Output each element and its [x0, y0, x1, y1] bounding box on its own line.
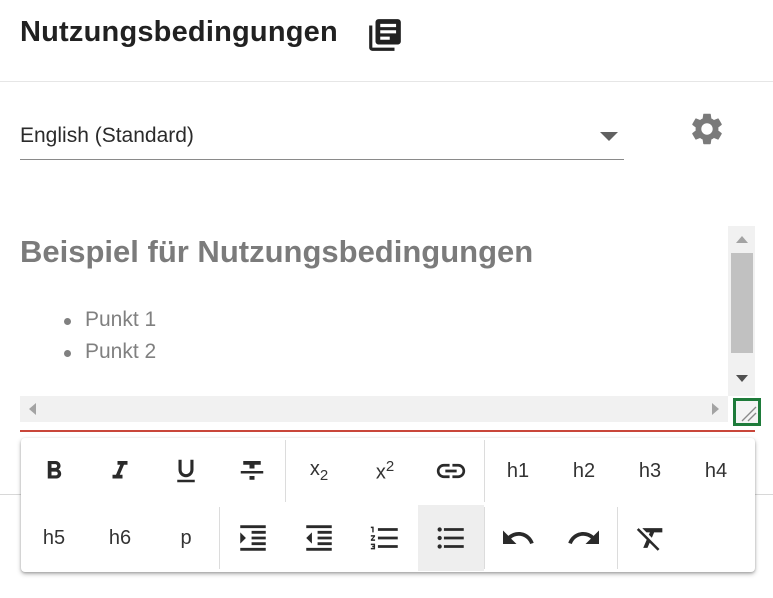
redo-button[interactable] [551, 505, 617, 571]
horizontal-scrollbar[interactable] [20, 396, 728, 422]
h4-button[interactable]: h4 [683, 438, 749, 504]
vertical-scrollbar[interactable] [728, 226, 755, 396]
strikethrough-button[interactable] [219, 438, 285, 504]
outdent-button[interactable] [286, 505, 352, 571]
outdent-icon [306, 525, 332, 551]
indent-button[interactable] [220, 505, 286, 571]
bullet-list-button[interactable] [418, 505, 484, 571]
h3-button[interactable]: h3 [617, 438, 683, 504]
scroll-down-arrow-icon[interactable] [736, 375, 748, 382]
h5-label: h5 [42, 526, 66, 549]
toolbar-row-1: x2 x2 h1 h2 h3 h4 [21, 438, 755, 504]
superscript-label: x2 [375, 457, 395, 484]
resize-grip-icon [741, 406, 757, 422]
italic-icon [112, 461, 128, 479]
numbered-list-icon [370, 526, 398, 550]
page-header: Nutzungsbedingungen [0, 0, 773, 82]
link-icon [436, 463, 466, 479]
list-item: Punkt 2 [64, 338, 156, 370]
h1-button[interactable]: h1 [485, 438, 551, 504]
numbered-list-button[interactable] [352, 505, 418, 571]
editor-heading: Beispiel für Nutzungsbedingungen [20, 234, 534, 269]
italic-button[interactable] [87, 438, 153, 504]
h5-button[interactable]: h5 [21, 505, 87, 571]
formatting-toolbar: x2 x2 h1 h2 h3 h4 h5 h6 p [21, 438, 755, 572]
indent-icon [240, 525, 266, 551]
scroll-left-arrow-icon[interactable] [29, 403, 36, 415]
h1-label: h1 [506, 459, 530, 482]
editor-underline [20, 430, 755, 432]
h4-label: h4 [704, 459, 728, 482]
rich-text-editor[interactable]: Beispiel für Nutzungsbedingungen Punkt 1… [20, 226, 761, 432]
clear-formatting-button[interactable] [618, 505, 684, 571]
language-select[interactable]: English (Standard) [20, 112, 624, 160]
undo-button[interactable] [485, 505, 551, 571]
h2-label: h2 [572, 459, 596, 482]
h6-label: h6 [108, 526, 132, 549]
h3-label: h3 [638, 459, 662, 482]
h2-button[interactable]: h2 [551, 438, 617, 504]
resize-handle[interactable] [733, 398, 761, 426]
scroll-up-arrow-icon[interactable] [736, 236, 748, 243]
language-select-value: English (Standard) [20, 124, 194, 147]
library-books-icon[interactable] [366, 16, 404, 54]
subscript-button[interactable]: x2 [286, 438, 352, 504]
link-button[interactable] [418, 438, 484, 504]
toolbar-row-2: h5 h6 p [21, 505, 755, 571]
gear-icon[interactable] [688, 110, 726, 148]
editor-content[interactable]: Beispiel für Nutzungsbedingungen Punkt 1… [20, 226, 728, 396]
format-clear-icon [636, 528, 663, 551]
scroll-right-arrow-icon[interactable] [712, 403, 719, 415]
underline-button[interactable] [153, 438, 219, 504]
subscript-label: x2 [309, 458, 329, 484]
bold-button[interactable] [21, 438, 87, 504]
chevron-down-icon [600, 132, 618, 141]
paragraph-button[interactable]: p [153, 505, 219, 571]
underline-icon [177, 459, 195, 483]
bold-icon [47, 461, 62, 479]
paragraph-label: p [180, 526, 192, 549]
strikethrough-icon [240, 461, 264, 480]
editor-bullet-list: Punkt 1 Punkt 2 [64, 306, 156, 370]
bullet-list-icon [437, 527, 464, 549]
page-title: Nutzungsbedingungen [20, 16, 338, 48]
undo-icon [503, 530, 534, 544]
superscript-button[interactable]: x2 [352, 438, 418, 504]
h6-button[interactable]: h6 [87, 505, 153, 571]
redo-icon [568, 530, 599, 544]
list-item: Punkt 1 [64, 306, 156, 338]
vertical-scroll-thumb[interactable] [731, 253, 753, 353]
